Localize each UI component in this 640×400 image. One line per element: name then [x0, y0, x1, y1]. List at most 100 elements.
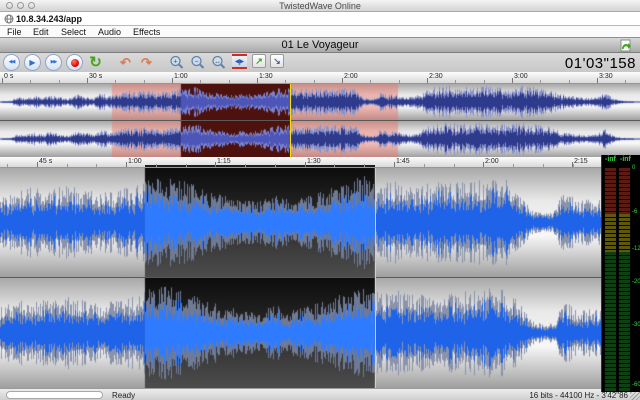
meter-led-segment	[605, 356, 616, 359]
vertical-zoom-in-button[interactable]: ↗	[252, 54, 266, 68]
meter-led-segment	[619, 218, 630, 221]
meter-led-segment	[619, 376, 630, 379]
play-button[interactable]: ▶	[24, 54, 41, 71]
rewind-button[interactable]: ◀◀	[3, 54, 20, 71]
menu-item-edit[interactable]: Edit	[33, 26, 49, 38]
main-ruler[interactable]: 45 s1:001:151:301:452:002:15	[0, 157, 601, 168]
meter-led-segment	[619, 252, 630, 255]
ruler-minor-tick	[115, 80, 116, 83]
overview-waveform-left[interactable]	[0, 84, 640, 120]
vertical-zoom-in-icon: ↗	[255, 57, 263, 66]
meter-led-segment	[605, 304, 616, 307]
meter-led-segment	[619, 256, 630, 259]
ruler-major-tick	[427, 78, 428, 83]
meter-led-segment	[619, 328, 630, 331]
menu-item-audio[interactable]: Audio	[98, 26, 121, 38]
meter-led-segment	[605, 242, 616, 245]
svg-text:↔: ↔	[214, 58, 221, 65]
meter-led-segment	[605, 168, 616, 171]
ruler-minor-tick	[370, 80, 371, 83]
meter-led-segment	[605, 376, 616, 379]
meter-led-segment	[605, 296, 616, 299]
horizontal-scrollbar-thumb[interactable]	[6, 391, 103, 399]
vertical-zoom-out-button[interactable]: ↘	[270, 54, 284, 68]
meter-led-segment	[619, 296, 630, 299]
main-waveform-right[interactable]	[0, 278, 601, 388]
zoom-in-button[interactable]: +	[168, 54, 185, 71]
ruler-major-tick	[2, 78, 3, 83]
meter-led-segment	[619, 208, 630, 211]
meter-led-segment	[605, 308, 616, 311]
ruler-minor-tick	[59, 80, 60, 83]
url-bar[interactable]: 10.8.34.243/app	[0, 12, 640, 26]
meter-led-segment	[619, 324, 630, 327]
meter-led-segment	[619, 280, 630, 283]
ruler-major-tick	[342, 78, 343, 83]
meter-led-segment	[619, 196, 630, 199]
ruler-major-tick	[572, 162, 573, 167]
meter-led-segment	[619, 292, 630, 295]
meter-led-segment	[605, 384, 616, 387]
ruler-tick-label: 2:15	[574, 158, 588, 165]
zoom-fit-button[interactable]: ↔	[210, 54, 227, 71]
loop-icon: ↻	[89, 55, 102, 70]
meter-led-segment	[619, 332, 630, 335]
redo-button[interactable]: ↷	[138, 54, 155, 71]
meter-scale-label: 0	[632, 165, 635, 171]
ruler-major-tick	[305, 162, 306, 167]
menu-item-file[interactable]: File	[7, 26, 22, 38]
browser-title: TwistedWave Online	[0, 1, 640, 11]
forward-icon: ▶▶	[51, 60, 57, 65]
meter-scale-label: -30	[632, 322, 640, 328]
meter-led-segment	[605, 238, 616, 241]
save-upload-icon[interactable]	[619, 38, 633, 52]
ruler-tick-label: 1:30	[259, 73, 273, 80]
meter-led-segment	[605, 292, 616, 295]
meter-led-segment	[605, 230, 616, 233]
ruler-minor-tick	[144, 80, 145, 83]
undo-button[interactable]: ↶	[117, 54, 134, 71]
meter-led-segment	[605, 200, 616, 203]
meter-led-segment	[619, 176, 630, 179]
meter-led-segment	[605, 364, 616, 367]
globe-icon	[4, 14, 14, 24]
main-waveform-left[interactable]	[0, 168, 601, 277]
meter-led-segment	[605, 324, 616, 327]
ruler-minor-tick	[156, 164, 157, 167]
document-title: 01 Le Voyageur	[0, 39, 640, 51]
meter-led-segment	[605, 204, 616, 207]
menu-item-effects[interactable]: Effects	[133, 26, 160, 38]
meter-column-right	[618, 168, 631, 390]
overview-ruler[interactable]: 0 s30 s1:001:302:002:303:003:30	[0, 72, 640, 84]
menu-item-select[interactable]: Select	[61, 26, 86, 38]
ruler-tick-label: 2:00	[344, 73, 358, 80]
ruler-minor-tick	[454, 164, 455, 167]
meter-led-segment	[605, 300, 616, 303]
ruler-minor-tick	[245, 164, 246, 167]
meter-led-segment	[605, 276, 616, 279]
zoom-out-button[interactable]: −	[189, 54, 206, 71]
document-titlebar: 01 Le Voyageur	[0, 38, 640, 53]
ruler-tick-label: 2:30	[429, 73, 443, 80]
meter-value-label: -inf	[620, 156, 631, 163]
meter-led-segment	[605, 184, 616, 187]
url-text[interactable]: 10.8.34.243/app	[16, 14, 82, 24]
ruler-minor-tick	[484, 80, 485, 83]
forward-button[interactable]: ▶▶	[45, 54, 62, 71]
loop-button[interactable]: ↻	[87, 54, 104, 71]
main-playhead[interactable]	[375, 168, 376, 388]
meter-led-segment	[605, 280, 616, 283]
zoom-out-icon: −	[190, 55, 206, 71]
zoom-selection-button[interactable]: ◀↕▶	[232, 54, 247, 69]
meter-led-segment	[619, 188, 630, 191]
meter-led-segment	[605, 246, 616, 249]
meter-led-segment	[605, 196, 616, 199]
record-button[interactable]	[66, 54, 83, 71]
overview-waveform-right[interactable]	[0, 121, 640, 157]
overview-playhead[interactable]	[290, 84, 291, 157]
ruler-minor-tick	[455, 80, 456, 83]
ruler-tick-label: 3:00	[514, 73, 528, 80]
meter-led-segment	[605, 344, 616, 347]
ruler-major-tick	[483, 162, 484, 167]
meter-led-segment	[605, 368, 616, 371]
